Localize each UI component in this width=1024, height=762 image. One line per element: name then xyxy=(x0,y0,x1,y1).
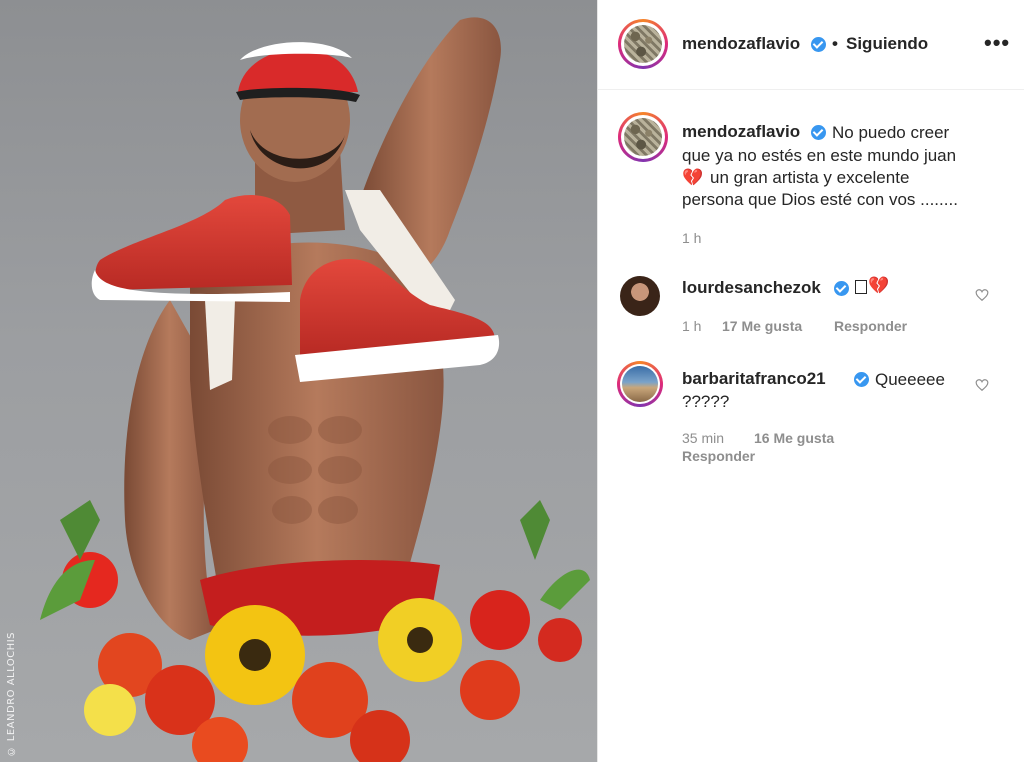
photo-illustration xyxy=(40,17,590,762)
caption-line-1: No puedo creer xyxy=(832,123,950,142)
caption-time: 1 h xyxy=(682,230,702,246)
broken-heart-icon: 💔 xyxy=(868,276,890,295)
like-heart-icon[interactable] xyxy=(975,288,989,302)
comment-text-2: ????? xyxy=(682,392,730,411)
verified-badge-icon xyxy=(811,125,826,140)
follow-separator: • xyxy=(832,34,838,53)
verified-badge-icon xyxy=(811,37,826,52)
broken-heart-icon: 💔 xyxy=(682,168,704,187)
caption-line-4: persona que Dios esté con vos ........ xyxy=(682,190,958,209)
verified-badge-icon xyxy=(854,372,869,387)
post-header: mendozaflavio • Siguiendo xyxy=(598,0,1024,90)
comment-avatar[interactable] xyxy=(617,361,663,407)
follow-status-button[interactable]: Siguiendo xyxy=(846,34,928,54)
more-options-icon[interactable]: ••• xyxy=(984,30,1010,56)
caption-line-3: un gran artista y excelente xyxy=(710,168,910,187)
comment-avatar[interactable] xyxy=(620,276,660,316)
like-heart-icon[interactable] xyxy=(975,378,989,392)
instagram-post: © LEANDRO ALLOCHIS mendozaflavio • Sigui… xyxy=(0,0,1024,762)
post-photo[interactable]: © LEANDRO ALLOCHIS xyxy=(0,0,597,762)
comment-reply-button[interactable]: Responder xyxy=(682,448,755,464)
unsupported-emoji-icon xyxy=(855,280,867,294)
comment-reply-button[interactable]: Responder xyxy=(834,318,907,334)
caption-avatar[interactable] xyxy=(618,112,668,162)
comment-username[interactable]: barbaritafranco21 xyxy=(682,369,826,389)
photo-credit: © LEANDRO ALLOCHIS xyxy=(6,632,17,757)
verified-badge-icon xyxy=(834,281,849,296)
comment-time: 1 h xyxy=(682,318,702,334)
caption-line-2: que ya no estés en este mundo juan xyxy=(682,146,957,165)
caption-username[interactable]: mendozaflavio xyxy=(682,122,800,142)
comment-likes-button[interactable]: 16 Me gusta xyxy=(754,430,834,446)
post-side-panel: mendozaflavio • Siguiendo ••• mendozafla… xyxy=(598,0,1024,762)
comment-time: 35 min xyxy=(682,430,725,446)
comment-username[interactable]: lourdesanchezok xyxy=(682,278,821,298)
comment-likes-button[interactable]: 17 Me gusta xyxy=(722,318,802,334)
author-username[interactable]: mendozaflavio xyxy=(682,34,800,54)
author-avatar[interactable] xyxy=(618,19,668,69)
